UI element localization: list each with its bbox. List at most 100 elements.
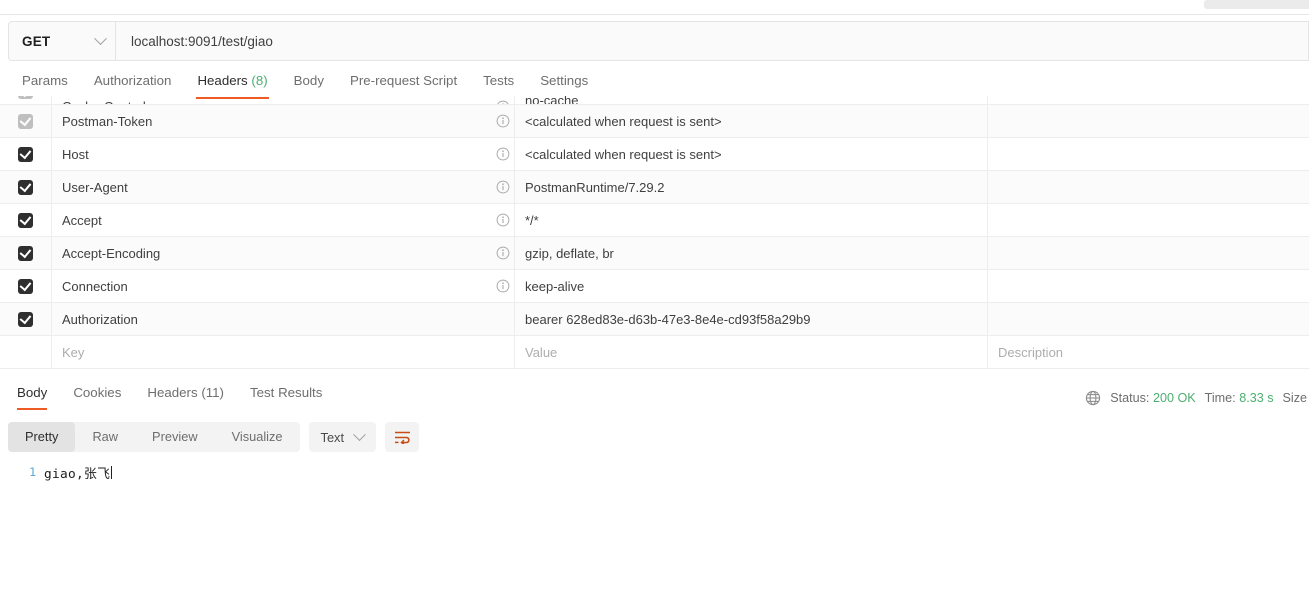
header-description-cell[interactable] [987, 104, 1309, 138]
header-key-cell[interactable]: Authorization [51, 302, 514, 336]
response-tab-body[interactable]: Body [4, 382, 60, 412]
response-format-select[interactable]: Text [308, 422, 377, 452]
header-key-text: Postman-Token [62, 113, 153, 129]
header-value-cell[interactable]: gzip, deflate, br [514, 236, 987, 270]
header-enabled-checkbox[interactable] [18, 245, 33, 261]
header-description-cell[interactable] [987, 170, 1309, 204]
header-description-input[interactable]: Description [987, 335, 1309, 369]
header-description-placeholder: Description [998, 344, 1064, 360]
view-mode-visualize[interactable]: Visualize [215, 422, 300, 452]
header-enabled-checkbox[interactable] [18, 179, 33, 195]
header-enabled-checkbox [18, 96, 33, 99]
header-value-text: keep-alive [525, 278, 585, 294]
header-key-placeholder: Key [62, 344, 85, 360]
header-description-cell[interactable] [987, 302, 1309, 336]
header-key-input[interactable]: Key [51, 335, 514, 369]
header-info-icon-slot[interactable] [492, 213, 514, 227]
header-value-text: PostmanRuntime/7.29.2 [525, 179, 665, 195]
header-value-placeholder: Value [525, 344, 558, 360]
chevron-down-icon [94, 31, 107, 45]
info-icon [496, 180, 510, 194]
header-enable-cell [0, 96, 51, 99]
chevron-down-icon [353, 427, 366, 441]
url-input[interactable]: localhost:9091/test/giao [116, 21, 1309, 61]
header-enabled-checkbox[interactable] [18, 311, 33, 327]
top-right-chip [1204, 0, 1309, 9]
header-row[interactable]: Accept */* [0, 203, 1309, 237]
header-value-cell[interactable]: <calculated when request is sent> [514, 137, 987, 171]
view-mode-preview[interactable]: Preview [135, 422, 215, 452]
globe-icon[interactable] [1085, 390, 1101, 406]
header-key-cell[interactable]: Postman-Token [51, 104, 514, 138]
header-key-cell[interactable]: Connection [51, 269, 514, 303]
header-enable-cell [0, 278, 51, 294]
text-caret [111, 465, 113, 479]
header-value-cell[interactable]: bearer 628ed83e-d63b-47e3-8e4e-cd93f58a2… [514, 302, 987, 336]
header-key-cell[interactable]: User-Agent [51, 170, 514, 204]
header-enable-cell [0, 179, 51, 195]
view-mode-raw[interactable]: Raw [75, 422, 135, 452]
header-row[interactable]: User-Agent PostmanRuntime/7.29.2 [0, 170, 1309, 204]
header-value-cell[interactable]: */* [514, 203, 987, 237]
header-value-cell[interactable]: <calculated when request is sent> [514, 104, 987, 138]
header-row[interactable]: Authorization bearer 628ed83e-d63b-47e3-8… [0, 302, 1309, 336]
header-description-cell[interactable] [987, 203, 1309, 237]
response-status-bar: Status: 200 OK Time: 8.33 s Size [1077, 386, 1309, 410]
response-view-bar: Pretty Raw Preview Visualize Text [8, 422, 420, 452]
wrap-text-button[interactable] [385, 422, 420, 452]
header-new-row[interactable]: Key Value Description [0, 335, 1309, 369]
header-description-cell[interactable] [987, 269, 1309, 303]
request-tab-label: Body [293, 73, 324, 88]
header-key-cell[interactable]: Accept-Encoding [51, 236, 514, 270]
response-tab-test-results[interactable]: Test Results [237, 382, 335, 412]
header-enable-cell [0, 245, 51, 261]
header-description-cell[interactable] [987, 236, 1309, 270]
header-info-icon-slot[interactable] [492, 279, 514, 293]
header-info-icon-slot[interactable] [492, 246, 514, 260]
status-label: Status: [1110, 391, 1150, 405]
header-value-text: bearer 628ed83e-d63b-47e3-8e4e-cd93f58a2… [525, 311, 811, 327]
window-top-strip [0, 0, 1309, 9]
response-body-view[interactable]: 1 giao,张飞 [0, 462, 1309, 616]
response-tab-headers-11[interactable]: Headers (11) [134, 382, 237, 412]
header-key-text: Accept-Encoding [62, 245, 161, 261]
time-badge[interactable]: Time: 8.33 s [1205, 391, 1274, 405]
header-enabled-checkbox[interactable] [18, 146, 33, 162]
code-line: 1 giao,张飞 [0, 462, 1309, 482]
header-info-icon-slot[interactable] [492, 180, 514, 194]
request-tab-label: Authorization [93, 73, 172, 88]
header-row[interactable]: Connection keep-alive [0, 269, 1309, 303]
info-icon [496, 213, 510, 227]
header-info-icon-slot[interactable] [492, 114, 514, 128]
header-enabled-checkbox[interactable] [18, 278, 33, 294]
header-key-cell[interactable]: Host [51, 137, 514, 171]
header-key-text: Connection [62, 278, 128, 294]
info-icon [496, 147, 510, 161]
wrap-text-icon [394, 431, 410, 444]
header-key-text: Accept [62, 212, 102, 228]
header-row[interactable]: Host <calculated when request is sent> [0, 137, 1309, 171]
header-row[interactable]: Postman-Token <calculated when request is… [0, 104, 1309, 138]
header-enable-cell [0, 113, 51, 129]
view-mode-pretty[interactable]: Pretty [8, 422, 76, 452]
http-method-select[interactable]: GET [8, 21, 116, 61]
header-enable-cell [0, 212, 51, 228]
request-tab-count: (8) [251, 73, 268, 88]
status-badge[interactable]: Status: 200 OK [1110, 391, 1195, 405]
size-badge[interactable]: Size [1283, 391, 1308, 405]
header-value-cell[interactable]: keep-alive [514, 269, 987, 303]
info-icon [496, 279, 510, 293]
header-enabled-checkbox[interactable] [18, 212, 33, 228]
header-key-cell[interactable]: Accept [51, 203, 514, 237]
header-value-text: gzip, deflate, br [525, 245, 614, 261]
header-value-text: <calculated when request is sent> [525, 146, 722, 162]
header-key-text: User-Agent [62, 179, 128, 195]
header-value-cell[interactable]: PostmanRuntime/7.29.2 [514, 170, 987, 204]
header-info-icon-slot[interactable] [492, 147, 514, 161]
request-tab-label: Params [22, 73, 68, 88]
request-url-bar: GET localhost:9091/test/giao [0, 21, 1309, 61]
header-row[interactable]: Accept-Encoding gzip, deflate, br [0, 236, 1309, 270]
header-value-input[interactable]: Value [514, 335, 987, 369]
header-description-cell[interactable] [987, 137, 1309, 171]
response-tab-cookies[interactable]: Cookies [60, 382, 134, 412]
